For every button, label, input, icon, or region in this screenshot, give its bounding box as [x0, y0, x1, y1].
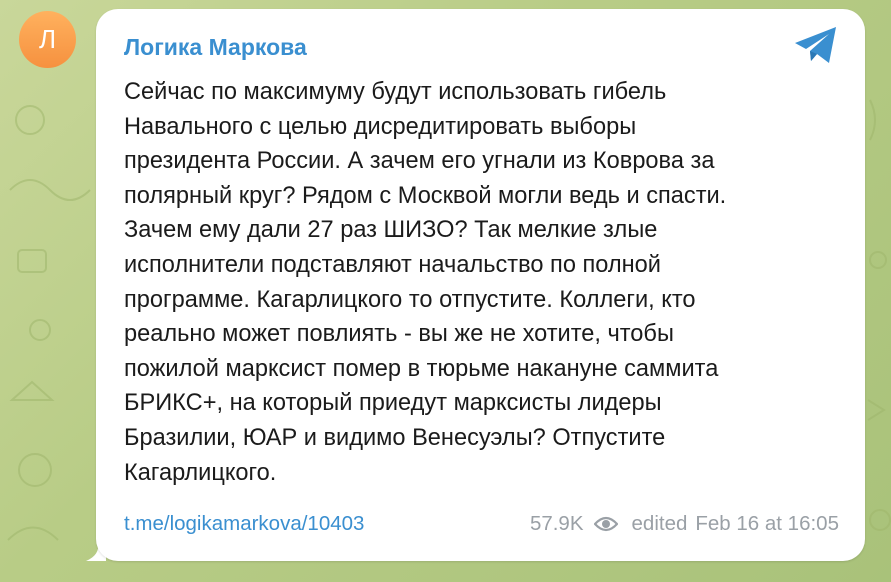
message-line: Навального с целью дисредитировать выбор…	[124, 113, 637, 140]
message-text: Сейчас по максимуму будут использовать г…	[124, 75, 852, 490]
message-line: БРИКС+, на который приедут марксисты лид…	[124, 390, 662, 417]
message-line: исполнители подставляют начальство по по…	[124, 251, 661, 278]
message-footer: t.me/logikamarkova/10403 57.9K edited Fe…	[124, 509, 839, 539]
message-meta: 57.9K edited Feb 16 at 16:05	[530, 512, 839, 536]
post-link[interactable]: t.me/logikamarkova/10403	[124, 512, 364, 536]
message-line: Зачем ему дали 27 раз ШИЗО? Так мелкие з…	[124, 217, 658, 244]
message-line: пожилой марксист помер в тюрьме накануне…	[124, 355, 719, 382]
message-line: реально может повлиять - вы же не хотите…	[124, 321, 674, 348]
message-line: Бразилии, ЮАР и видимо Венесуэлы? Отпуст…	[124, 424, 666, 451]
telegram-plane-icon	[795, 27, 836, 63]
message-bubble: Логика Маркова Сейчас по максимуму будут…	[96, 9, 865, 561]
message-line: Кагарлицкого.	[124, 459, 277, 486]
edited-label: edited	[631, 512, 688, 535]
timestamp: Feb 16 at 16:05	[695, 512, 839, 535]
eye-icon	[593, 516, 618, 532]
message-line: программе. Кагарлицкого то отпустите. Ко…	[124, 286, 696, 313]
message-line: президента России. А зачем его угнали из…	[124, 148, 715, 175]
message-line: Сейчас по максимуму будут использовать г…	[124, 79, 667, 105]
avatar-letter: Л	[38, 24, 57, 54]
message-line: полярный круг? Рядом с Москвой могли вед…	[124, 182, 727, 209]
channel-avatar[interactable]: Л	[19, 11, 76, 68]
views-count: 57.9K	[529, 512, 584, 535]
channel-name[interactable]: Логика Маркова	[124, 34, 307, 61]
share-button[interactable]	[793, 25, 839, 65]
